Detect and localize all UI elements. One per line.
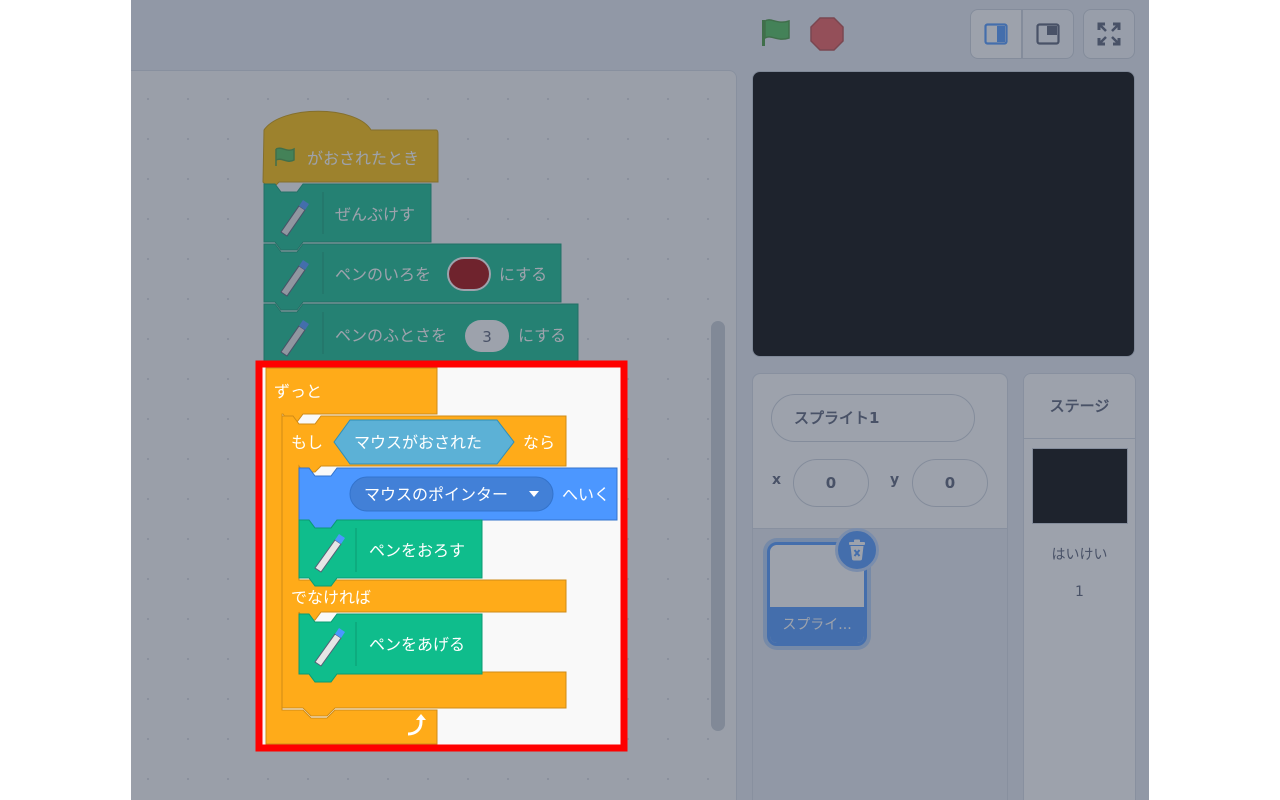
if-label: もし bbox=[291, 433, 323, 452]
mouse-down-condition[interactable]: マウスがおされた bbox=[333, 419, 515, 465]
go-to-suffix: へいく bbox=[562, 485, 610, 504]
scratch-editor: スプライト1 x 0 y 0 スプライ... ステージ はいけい 1 がおされた… bbox=[131, 0, 1149, 800]
then-label: なら bbox=[523, 433, 555, 452]
pen-down-label: ペンをおろす bbox=[369, 541, 465, 560]
script-highlighted: ずっと もし マウスがおされた なら でなければ マウスのポインター へいく ペ… bbox=[255, 360, 628, 752]
pen-up-label: ペンをあげる bbox=[369, 635, 465, 654]
pen-down-block[interactable]: ペンをおろす bbox=[298, 519, 483, 587]
go-to-target: マウスのポインター bbox=[364, 485, 508, 504]
go-to-block[interactable]: マウスのポインター へいく bbox=[298, 467, 618, 529]
pen-up-block[interactable]: ペンをあげる bbox=[298, 613, 483, 683]
condition-label: マウスがおされた bbox=[354, 433, 482, 452]
else-label: でなければ bbox=[291, 588, 371, 607]
forever-label: ずっと bbox=[274, 382, 322, 401]
